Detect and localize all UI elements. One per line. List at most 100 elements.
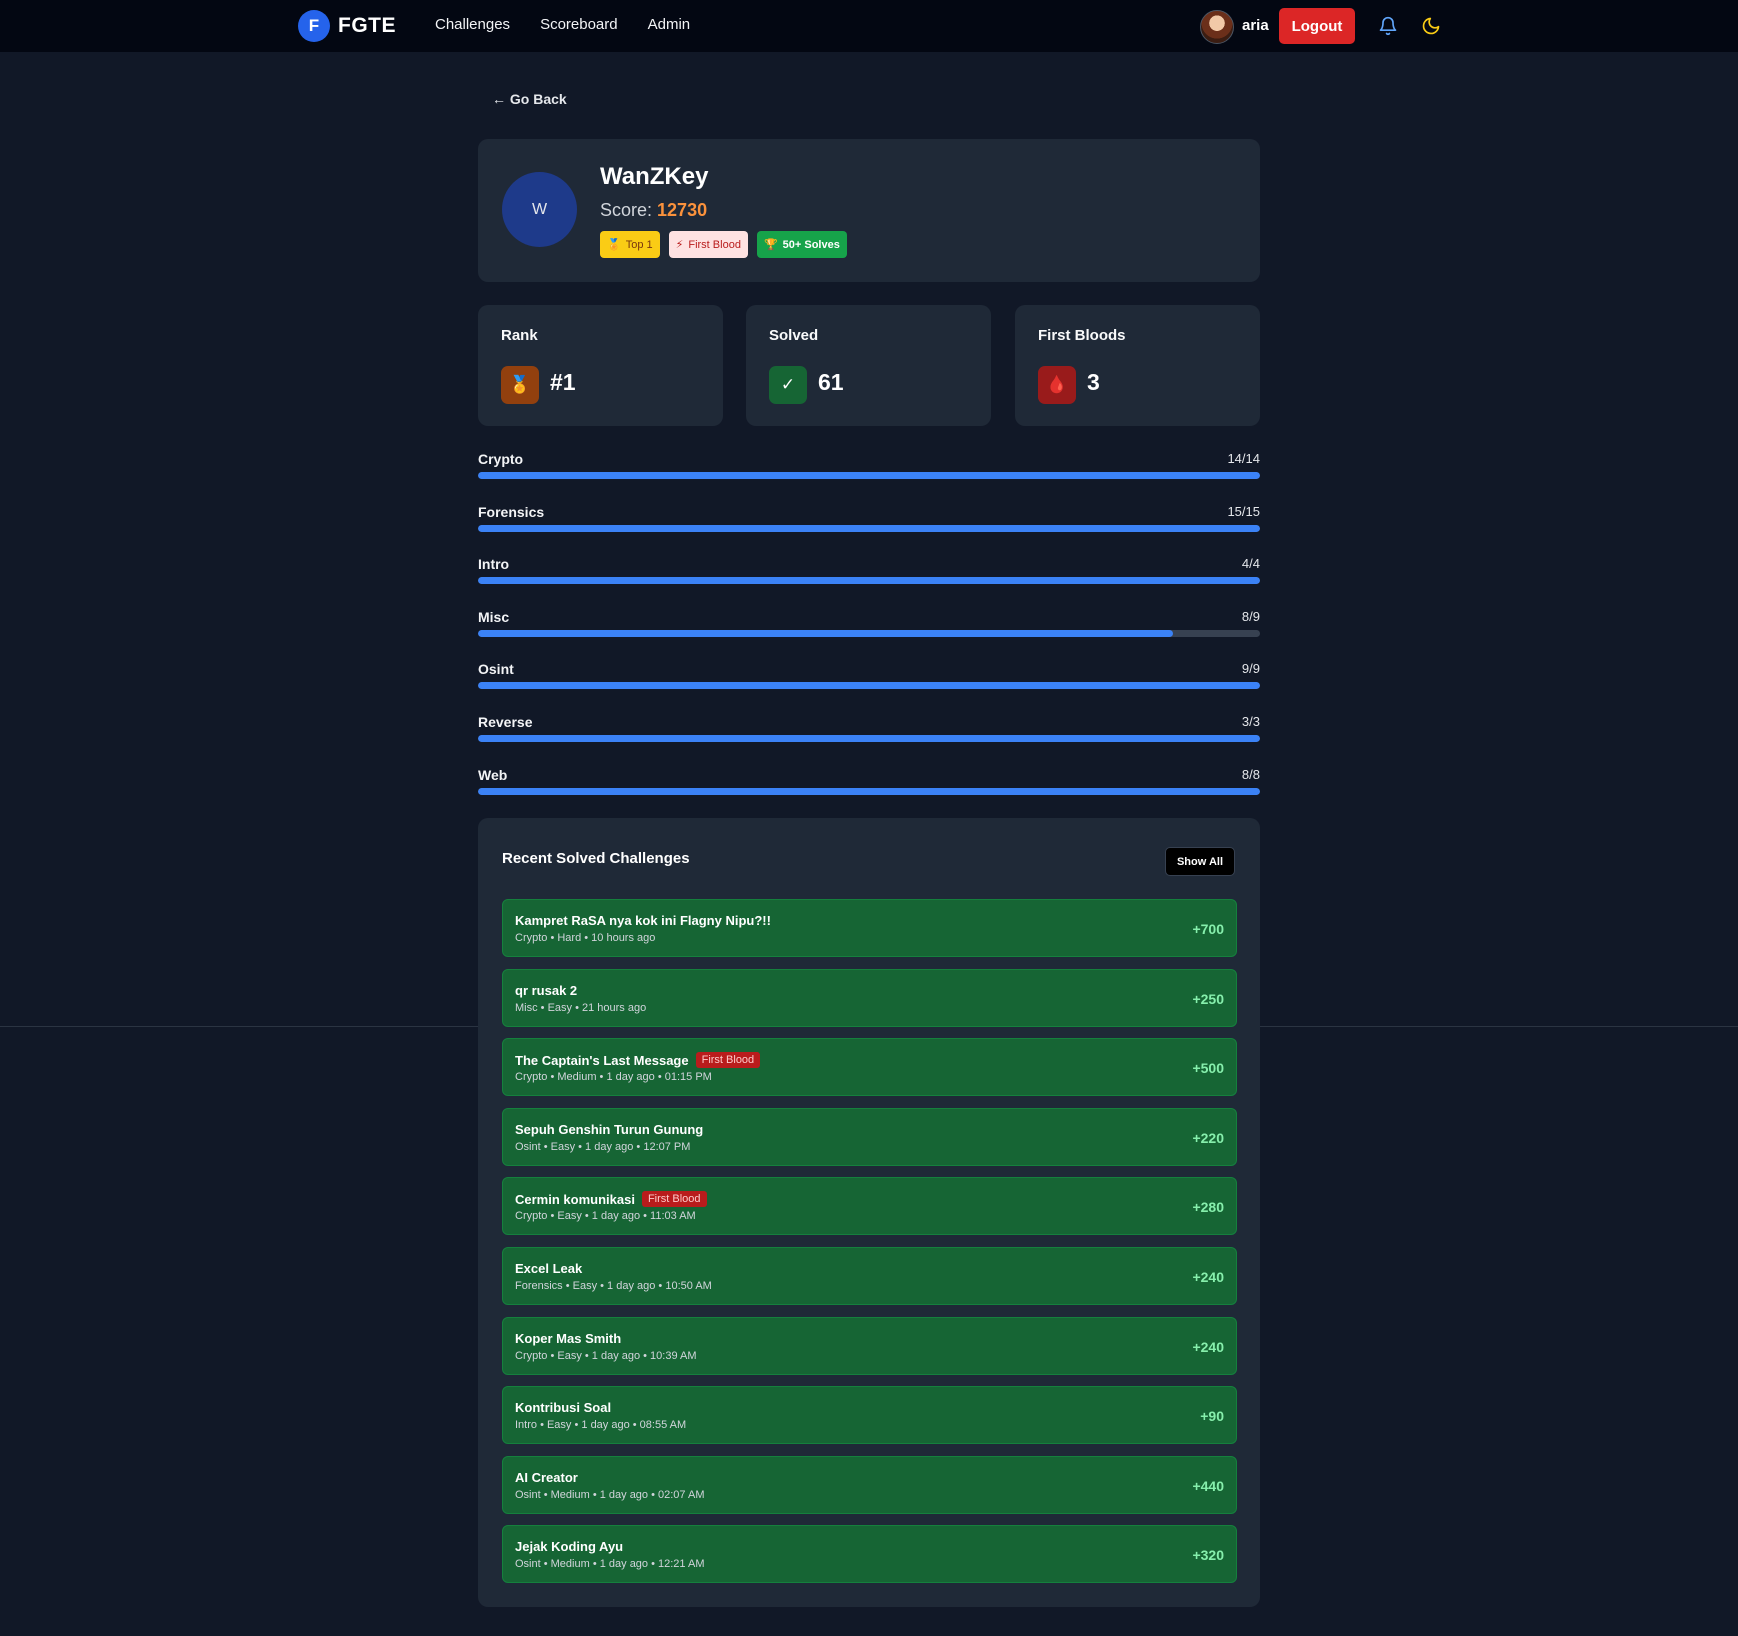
progress-fill	[478, 682, 1260, 690]
progress-track	[478, 629, 1260, 637]
brand-name: FGTE	[338, 14, 396, 37]
progress-track	[478, 734, 1260, 742]
solve-meta: Osint • Easy • 1 day ago • 12:07 PM	[515, 1140, 691, 1153]
solve-item[interactable]: Jejak Koding Ayu Osint • Medium • 1 day a…	[502, 1525, 1237, 1584]
category-count: 15/15	[1227, 503, 1260, 519]
solve-points: +250	[1192, 990, 1224, 1007]
solve-title: Excel Leak	[515, 1260, 583, 1276]
check-icon: ✓	[769, 366, 807, 404]
solve-item[interactable]: Excel Leak Forensics • Easy • 1 day ago •…	[502, 1246, 1237, 1305]
stat-value: 3	[1087, 369, 1100, 395]
category-progress-row: Misc 8/9	[478, 606, 1260, 659]
solve-meta: Intro • Easy • 1 day ago • 08:55 AM	[515, 1419, 687, 1432]
solve-meta: Crypto • Hard • 10 hours ago	[515, 932, 656, 944]
stat-label: Rank	[501, 327, 538, 344]
solve-title: The Captain's Last Message	[515, 1052, 689, 1068]
badge-list: 🏅 Top 1 ⚡ First Blood 🏆 50+ Solves	[600, 231, 856, 258]
solve-title-row: Kampret RaSA nya kok ini Flagny Nipu?!!	[515, 913, 771, 928]
solve-title-row: Jejak Koding Ayu	[515, 1539, 623, 1554]
lightning-icon: ⚡	[675, 239, 684, 251]
progress-track	[478, 787, 1260, 795]
profile-name: WanZKey	[600, 163, 709, 190]
solve-list: Kampret RaSA nya kok ini Flagny Nipu?!! C…	[502, 899, 1237, 1595]
category-count: 14/14	[1227, 451, 1260, 466]
progress-track	[478, 682, 1260, 690]
bell-icon[interactable]	[1378, 15, 1398, 37]
solve-item[interactable]: qr rusak 2 Misc • Easy • 21 hours ago +250	[502, 968, 1237, 1027]
solve-meta: Misc • Easy • 21 hours ago	[515, 1001, 647, 1014]
user-name[interactable]: aria	[1242, 17, 1269, 34]
solve-title: Cermin komunikasi	[515, 1191, 635, 1207]
category-name: Osint	[478, 661, 514, 678]
solve-title-row: Excel Leak	[515, 1261, 582, 1276]
solve-item[interactable]: Kampret RaSA nya kok ini Flagny Nipu?!! C…	[502, 899, 1237, 957]
recent-solved-title: Recent Solved Challenges	[502, 850, 690, 867]
first-blood-tag: First Blood	[695, 1052, 761, 1069]
solve-title-row: Kontribusi Soal	[515, 1400, 611, 1415]
solve-title: Sepuh Genshin Turun Gunung	[515, 1121, 704, 1137]
moon-icon[interactable]	[1421, 16, 1441, 36]
stat-card-first-bloods: First Bloods 🩸 3	[1015, 305, 1260, 426]
category-count: 8/9	[1241, 608, 1260, 624]
medal-icon: 🏅	[607, 239, 621, 251]
solve-title-row: AI Creator	[515, 1470, 578, 1485]
badge-top-1: 🏅 Top 1	[600, 231, 660, 258]
solve-item[interactable]: Sepuh Genshin Turun Gunung Osint • Easy •…	[502, 1107, 1237, 1166]
nav-link-scoreboard[interactable]: Scoreboard	[540, 16, 618, 33]
logout-button[interactable]: Logout	[1279, 8, 1355, 44]
solve-title-row: Koper Mas Smith	[515, 1331, 621, 1346]
badge-first-blood: ⚡ First Blood	[668, 231, 748, 258]
badge-50-solves: 🏆 50+ Solves	[756, 231, 847, 258]
solve-item[interactable]: The Captain's Last Message First Blood Cry…	[502, 1038, 1237, 1097]
category-progress-list: Crypto 14/14 Forensics 15/15 Intro 4/4 Misc 8/9…	[478, 448, 1260, 816]
solve-meta: Crypto • Medium • 1 day ago • 01:15 PM	[515, 1071, 712, 1084]
stat-card-rank: Rank 🏅 #1	[478, 305, 723, 426]
nav-links: Challenges Scoreboard Admin	[435, 16, 720, 33]
score-label: Score:	[600, 200, 653, 220]
stat-card-solved: Solved ✓ 61	[746, 305, 991, 426]
solve-points: +440	[1192, 1477, 1224, 1494]
profile-card: W WanZKey Score: 12730 🏅 Top 1 ⚡ First Bl…	[478, 139, 1260, 282]
blood-drop-icon: 🩸	[1038, 366, 1076, 404]
user-avatar[interactable]	[1200, 10, 1234, 44]
progress-fill	[478, 577, 1260, 585]
category-name: Web	[478, 766, 508, 783]
solve-meta: Crypto • Easy • 1 day ago • 10:39 AM	[515, 1349, 697, 1362]
badge-label: First Blood	[688, 238, 741, 251]
nav-link-admin[interactable]: Admin	[648, 16, 691, 33]
solve-title: AI Creator	[515, 1469, 578, 1485]
nav-link-challenges[interactable]: Challenges	[435, 16, 510, 33]
profile-avatar: W	[502, 172, 577, 247]
solve-points: +240	[1192, 1338, 1224, 1355]
go-back-link[interactable]: ← Go Back	[492, 91, 567, 107]
solve-item[interactable]: AI Creator Osint • Medium • 1 day ago • 0…	[502, 1455, 1237, 1514]
category-count: 4/4	[1241, 556, 1260, 572]
solve-item[interactable]: Kontribusi Soal Intro • Easy • 1 day ago …	[502, 1386, 1237, 1445]
progress-track	[478, 577, 1260, 585]
category-count: 8/8	[1241, 766, 1260, 782]
solve-title-row: The Captain's Last Message First Blood	[515, 1052, 761, 1069]
category-count: 3/3	[1241, 713, 1260, 729]
stat-label: Solved	[769, 327, 819, 344]
badge-label: Top 1	[625, 238, 653, 251]
solve-title-row: Cermin komunikasi First Blood	[515, 1191, 707, 1208]
progress-track	[478, 524, 1260, 532]
solve-item[interactable]: Cermin komunikasi First Blood Crypto • Eas…	[502, 1177, 1237, 1236]
solve-title-row: qr rusak 2	[515, 983, 577, 998]
solve-points: +320	[1192, 1547, 1224, 1564]
show-all-button[interactable]: Show All	[1165, 847, 1235, 876]
solve-title: Kampret RaSA nya kok ini Flagny Nipu?!!	[515, 913, 771, 928]
category-progress-row: Web 8/8	[478, 764, 1260, 817]
solve-title: Kontribusi Soal	[515, 1400, 612, 1416]
category-count: 9/9	[1241, 661, 1260, 677]
progress-fill	[478, 734, 1260, 742]
progress-track	[478, 472, 1260, 479]
solve-points: +220	[1192, 1129, 1224, 1146]
progress-fill	[478, 787, 1260, 795]
progress-fill	[478, 472, 1260, 479]
brand-link[interactable]: F FGTE	[298, 10, 396, 42]
solve-points: +280	[1192, 1199, 1224, 1216]
solve-item[interactable]: Koper Mas Smith Crypto • Easy • 1 day ago…	[502, 1316, 1237, 1375]
solve-title: Koper Mas Smith	[515, 1330, 622, 1346]
category-progress-row: Osint 9/9	[478, 658, 1260, 711]
